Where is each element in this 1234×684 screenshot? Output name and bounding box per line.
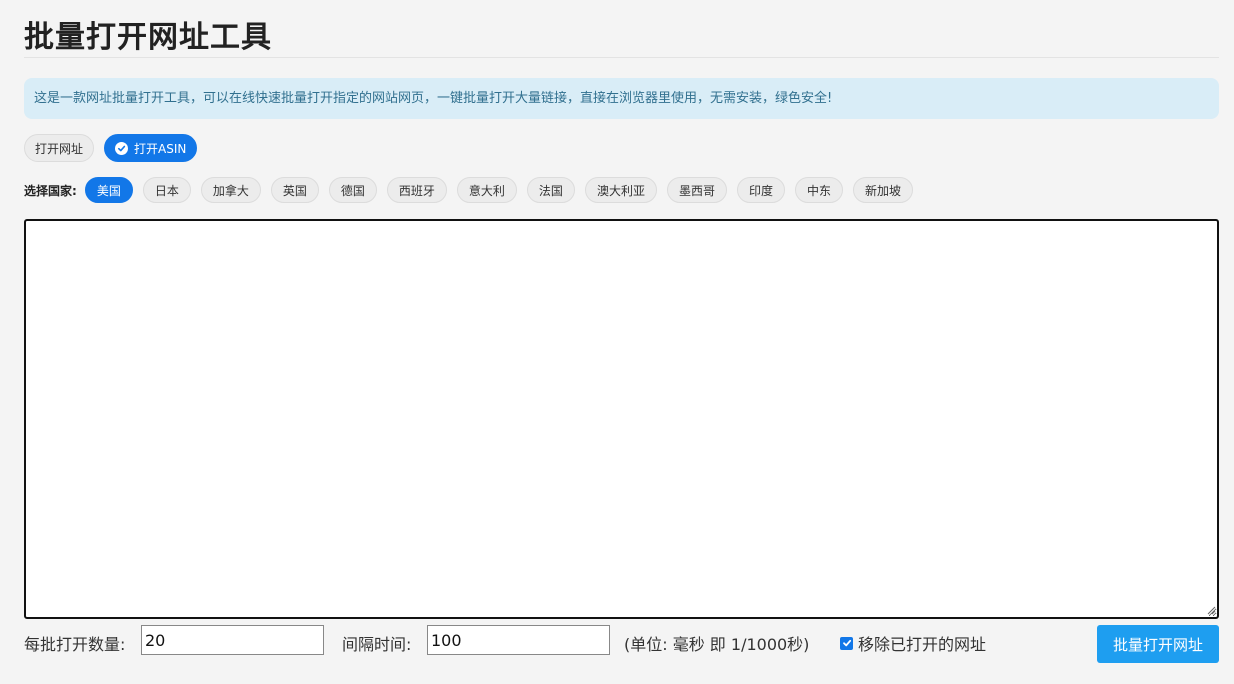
country-uk-button[interactable]: 英国 <box>270 177 319 203</box>
batch-size-label: 每批打开数量: <box>24 635 126 654</box>
country-us-button[interactable]: 美国 <box>84 177 133 203</box>
country-it-button[interactable]: 意大利 <box>456 177 517 203</box>
country-me-button[interactable]: 中东 <box>794 177 843 203</box>
check-circle-icon <box>115 141 129 155</box>
mode-open-url-button[interactable]: 打开网址 <box>24 134 95 162</box>
country-selector: 选择国家: 美国 日本 加拿大 英国 德国 西班牙 意大利 法国 澳大利亚 墨西… <box>24 177 914 203</box>
country-selector-label: 选择国家: <box>24 183 77 198</box>
mode-open-url-label: 打开网址 <box>35 141 84 156</box>
page-title: 批量打开网址工具 <box>24 20 272 55</box>
interval-label: 间隔时间: <box>342 635 412 654</box>
country-jp-button[interactable]: 日本 <box>142 177 191 203</box>
control-bar: 每批打开数量: 间隔时间: (单位: 毫秒 即 1/1000秒) 移除已打开的网… <box>24 625 1219 663</box>
title-divider <box>24 57 1219 58</box>
interval-input[interactable] <box>427 625 610 655</box>
country-ca-button[interactable]: 加拿大 <box>200 177 261 203</box>
mode-open-asin-label: 打开ASIN <box>134 141 187 156</box>
country-fr-button[interactable]: 法国 <box>526 177 575 203</box>
resize-handle-icon[interactable] <box>1206 605 1216 615</box>
country-es-button[interactable]: 西班牙 <box>386 177 447 203</box>
remove-opened-label: 移除已打开的网址 <box>858 635 987 654</box>
interval-unit-note: (单位: 毫秒 即 1/1000秒) <box>624 635 810 654</box>
info-notice: 这是一款网址批量打开工具，可以在线快速批量打开指定的网站网页，一键批量打开大量链… <box>24 78 1219 119</box>
page-root: 批量打开网址工具 这是一款网址批量打开工具，可以在线快速批量打开指定的网站网页，… <box>0 0 1234 684</box>
country-in-button[interactable]: 印度 <box>736 177 785 203</box>
batch-open-button[interactable]: 批量打开网址 <box>1097 625 1219 663</box>
remove-opened-option[interactable]: 移除已打开的网址 <box>840 631 986 655</box>
mode-selector: 打开网址 打开ASIN <box>24 134 198 162</box>
batch-size-input[interactable] <box>141 625 324 655</box>
country-de-button[interactable]: 德国 <box>328 177 377 203</box>
country-mx-button[interactable]: 墨西哥 <box>666 177 727 203</box>
url-input-area[interactable] <box>24 219 1219 619</box>
country-sg-button[interactable]: 新加坡 <box>853 177 914 203</box>
remove-opened-checkbox[interactable] <box>840 636 853 650</box>
country-au-button[interactable]: 澳大利亚 <box>584 177 657 203</box>
mode-open-asin-button[interactable]: 打开ASIN <box>104 134 198 162</box>
